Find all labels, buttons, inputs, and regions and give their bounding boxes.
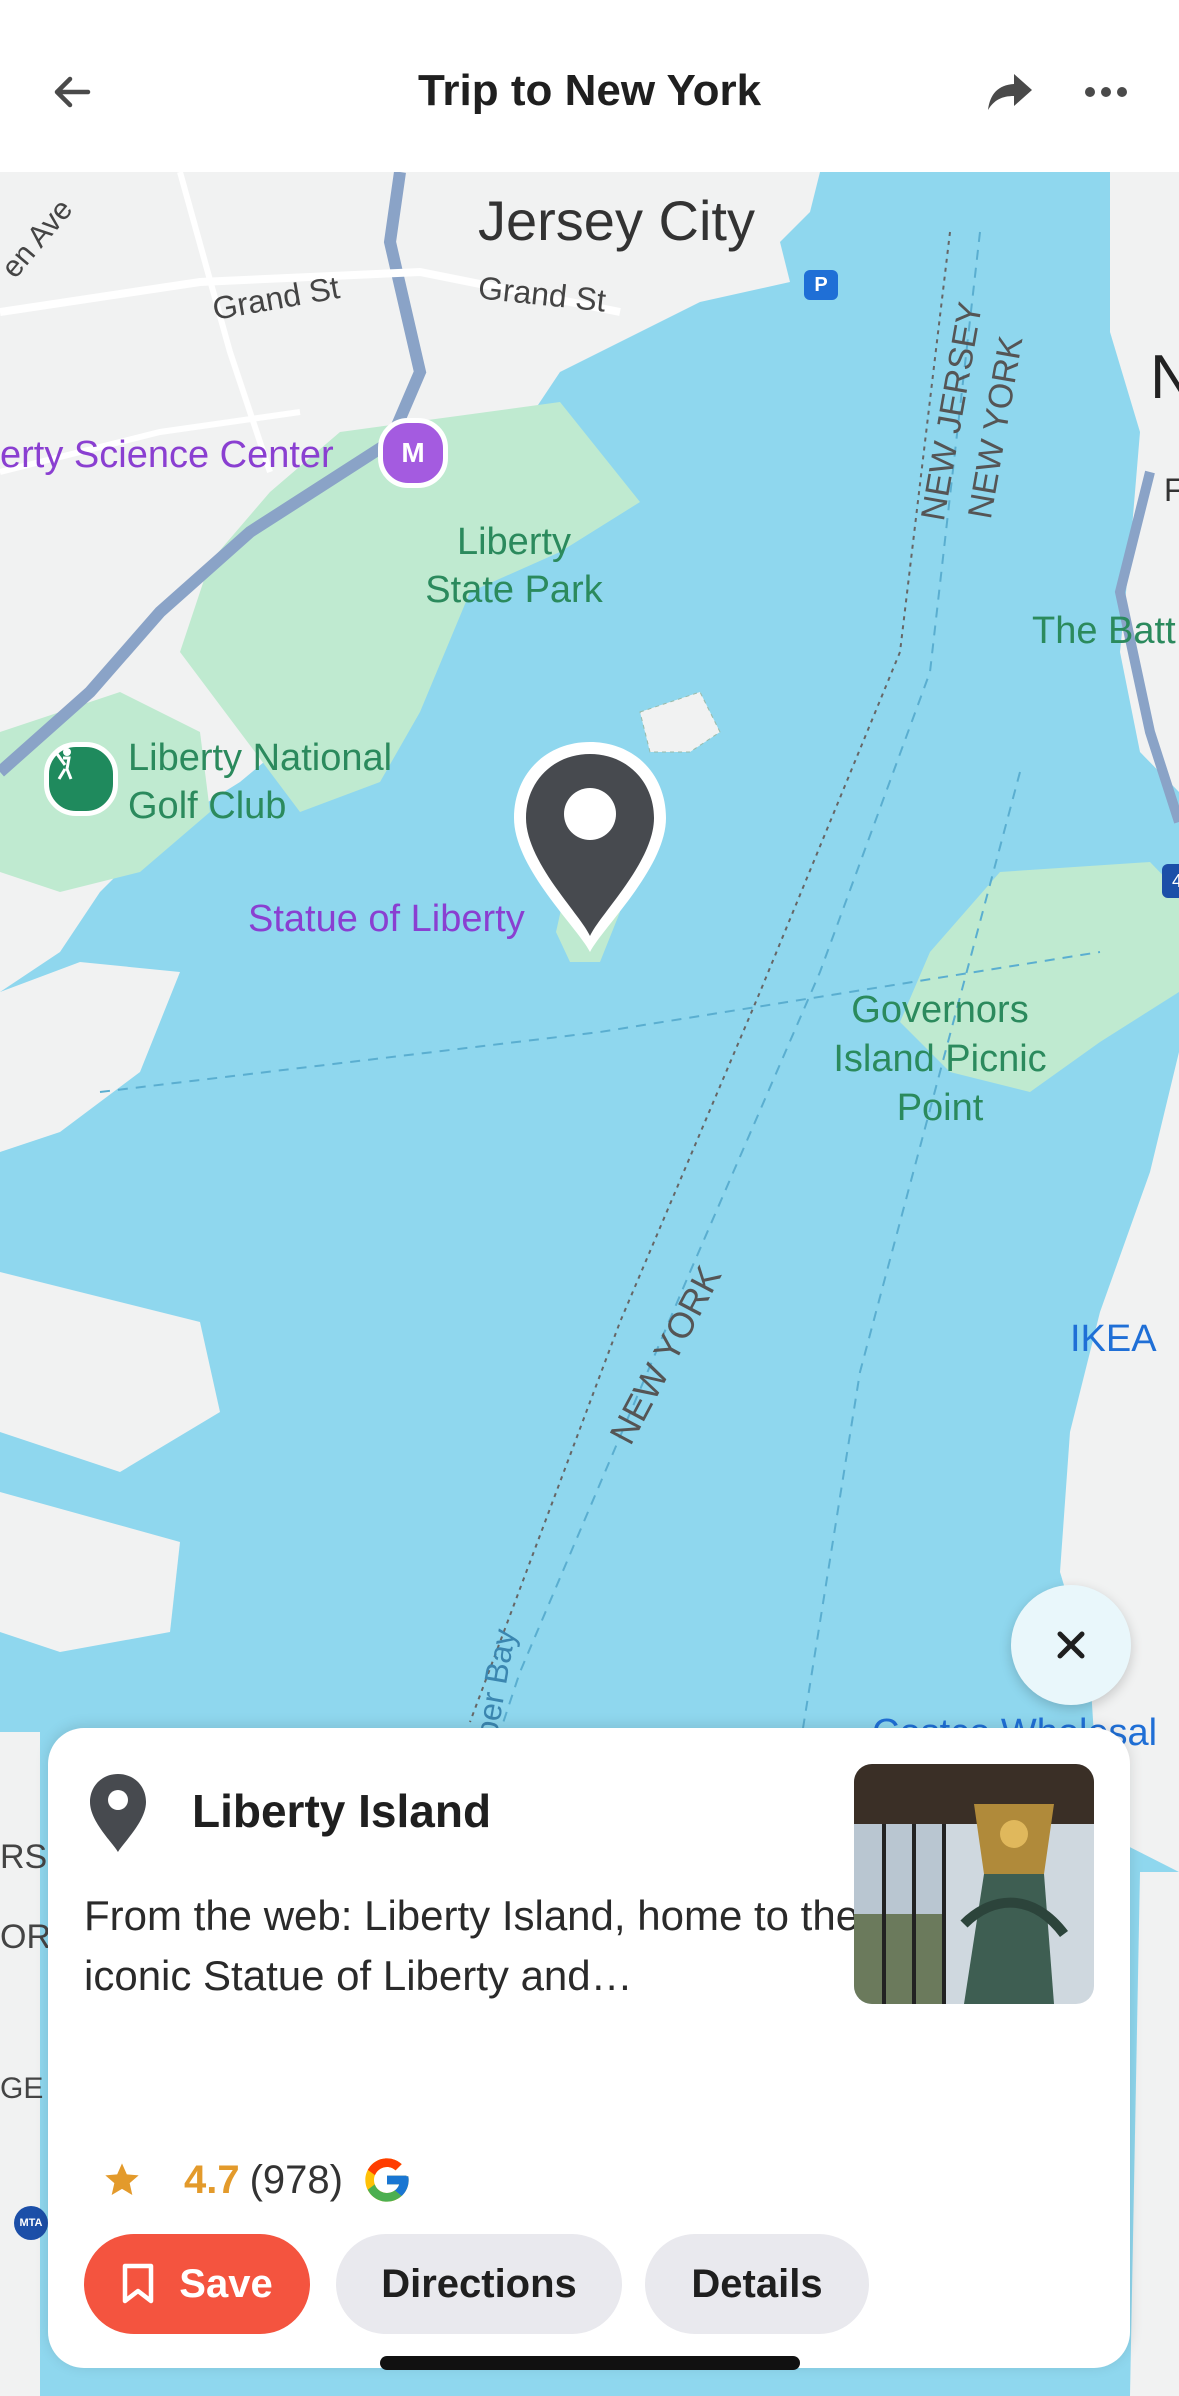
home-indicator [380,2356,800,2370]
place-photo[interactable] [854,1764,1094,2004]
map-label-golf-club: Liberty National Golf Club [128,737,393,827]
details-label: Details [691,2261,823,2306]
mta-icon: MTA [14,2206,48,2240]
selected-location-pin[interactable] [508,738,672,958]
map-pin-icon [514,742,666,952]
rating-count: (978) [249,2157,343,2202]
map-label-edge-rs: RS [0,1838,48,1876]
share-button[interactable] [978,60,1042,124]
close-card-button[interactable] [1011,1585,1131,1705]
map-label-liberty-state-park: Liberty State Park [425,521,603,611]
map-label-ikea: IKEA [1070,1318,1157,1360]
save-button[interactable]: Save [84,2234,310,2334]
map-label-f: F [1164,472,1179,508]
place-card[interactable]: Liberty Island From the web: Liberty Isl… [48,1728,1130,2368]
map-label-edge-ge: GE [0,2072,44,2105]
details-button[interactable]: Details [645,2234,869,2334]
star-icon [105,2163,139,2195]
top-bar: Trip to New York [0,0,1179,172]
directions-button[interactable]: Directions [336,2234,622,2334]
place-description: From the web: Liberty Island, home to th… [84,1892,860,1999]
map-pin-icon [88,1772,148,1859]
save-label: Save [179,2261,273,2306]
golfer-icon [53,748,73,780]
map-label-n: N [1150,343,1179,412]
map-label-statue-of-liberty: Statue of Liberty [248,898,525,940]
place-title: Liberty Island [192,1785,492,1837]
map-label-the-battery: The Batt [1032,610,1176,652]
map-label-governors-island: Governors Island Picnic Point [833,989,1047,1129]
museum-icon[interactable]: M [378,418,448,488]
rating-value: 4.7 [184,2157,240,2202]
close-icon [1057,1631,1085,1659]
google-g-icon [365,2158,409,2202]
bookmark-icon [123,2263,154,2304]
map-label-edge-or: OR [0,1918,51,1956]
directions-label: Directions [381,2261,577,2306]
map-label-jersey-city: Jersey City [478,189,755,252]
share-arrow-icon [988,74,1032,110]
rating-row: 4.7 (978) [102,2150,413,2210]
route-4-shield: 4 [1162,864,1179,898]
golf-icon[interactable] [44,742,118,816]
more-horizontal-icon [1085,87,1127,97]
more-button[interactable] [1074,60,1138,124]
parking-icon: P [804,270,838,300]
map-label-science-center: erty Science Center [0,434,334,476]
